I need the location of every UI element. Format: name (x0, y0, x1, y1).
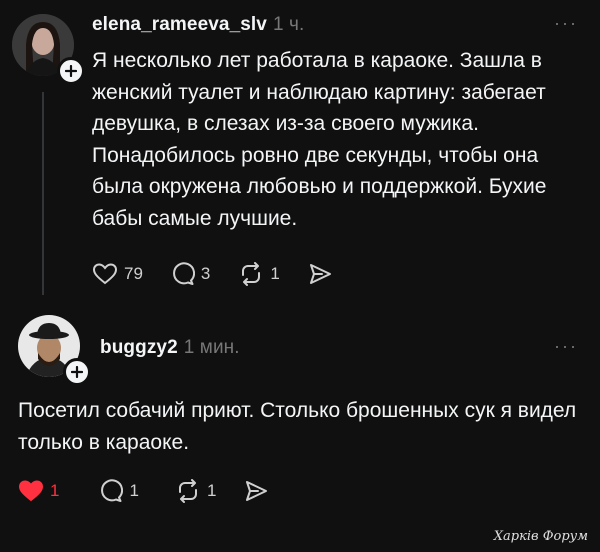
thread-line (42, 92, 44, 295)
username-text[interactable]: buggzy2 (100, 337, 178, 358)
plus-icon (65, 65, 77, 77)
follow-plus-button[interactable] (63, 358, 91, 386)
repost-icon (242, 262, 261, 286)
like-count: 1 (50, 481, 60, 500)
post-time: 1 мин. (183, 337, 240, 358)
share-button[interactable] (308, 263, 338, 285)
reply-button[interactable]: 1 (99, 479, 139, 503)
like-button[interactable]: 1 (18, 479, 59, 503)
post-buggzy: buggzy2 1 мин. ··· Посетил собачий приют.… (0, 305, 600, 552)
more-icon[interactable]: ··· (554, 337, 578, 355)
heart-icon (92, 263, 118, 285)
heart-icon (18, 480, 44, 502)
repost-button[interactable]: 1 (238, 262, 280, 286)
repost-icon (178, 479, 197, 503)
post-elena: elena_rameeva_slv 1 ч. ··· Я несколько ле… (0, 0, 600, 305)
post-actions: 1 1 1 (18, 479, 274, 503)
post-actions: 79 3 1 (92, 262, 338, 286)
post-time: 1 ч. (272, 14, 305, 35)
reply-icon (173, 262, 195, 285)
username-text[interactable]: elena_rameeva_slv (92, 14, 267, 35)
more-icon[interactable]: ··· (554, 14, 578, 32)
repost-button[interactable]: 1 (175, 479, 216, 503)
like-button[interactable]: 79 (92, 262, 143, 286)
username[interactable]: buggzy2 1 мин. (100, 337, 240, 359)
username[interactable]: elena_rameeva_slv 1 ч. (92, 14, 304, 36)
reply-icon (101, 479, 124, 502)
post-text: Я несколько лет работала в караоке. Зашл… (92, 49, 547, 230)
plus-icon (71, 366, 83, 378)
repost-count: 1 (206, 481, 217, 500)
watermark: Харків Форум (493, 529, 588, 544)
post-text: Посетил собачий приют. Столько брошенных… (18, 399, 577, 454)
share-icon (246, 481, 268, 501)
share-icon (309, 264, 331, 284)
reply-count: 3 (200, 264, 211, 283)
like-count: 79 (124, 264, 143, 283)
follow-plus-button[interactable] (57, 57, 85, 85)
reply-count: 1 (129, 481, 139, 500)
reply-button[interactable]: 3 (171, 262, 210, 286)
repost-count: 1 (270, 264, 280, 283)
share-button[interactable] (244, 480, 274, 502)
